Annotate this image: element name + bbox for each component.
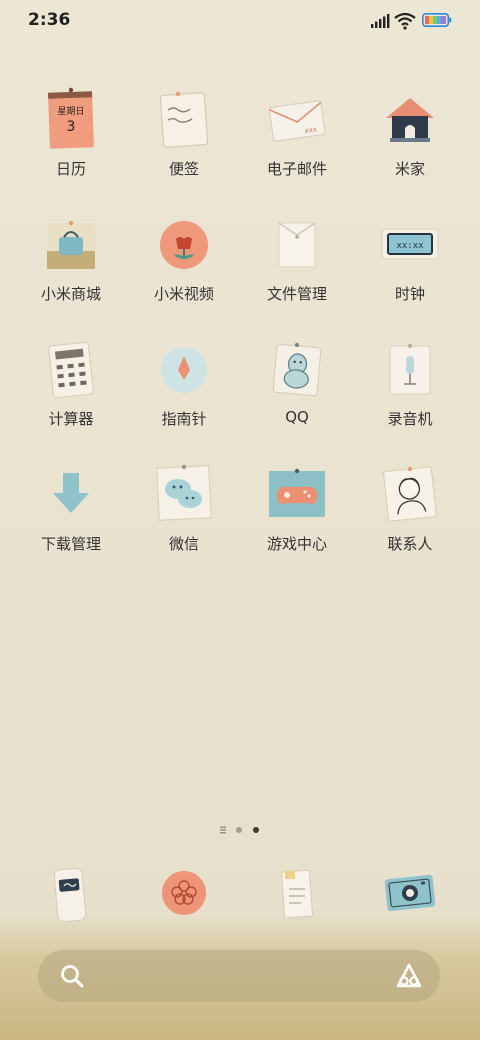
battery-icon (422, 13, 452, 27)
app-label: 游戏中心 (266, 535, 327, 553)
app-mihome[interactable]: 米家 (354, 80, 466, 190)
search-icon[interactable] (58, 962, 86, 990)
app-label: 时钟 (394, 285, 425, 303)
calculator-icon (48, 341, 94, 399)
app-mi-store[interactable]: 小米商城 (15, 205, 127, 315)
app-label: 下载管理 (40, 535, 101, 553)
wechat-icon (156, 464, 212, 521)
clock-icon: xx:xx (381, 228, 439, 260)
notes-dock-icon[interactable] (263, 859, 331, 927)
calendar-day: 3 (67, 119, 76, 135)
app-label: 米家 (394, 160, 425, 178)
status-time: 2:36 (28, 10, 71, 30)
app-calculator[interactable]: 计算器 (15, 330, 127, 440)
app-mi-video[interactable]: 小米视频 (128, 205, 240, 315)
app-label: 微信 (168, 535, 199, 553)
page-dot-active (253, 827, 259, 833)
status-bar: 2:36 (0, 0, 480, 44)
game-center-icon (269, 468, 325, 517)
download-icon (53, 473, 89, 513)
notes-icon (159, 91, 209, 148)
app-qq[interactable]: QQ (241, 330, 353, 440)
app-recorder[interactable]: 录音机 (354, 330, 466, 440)
app-calendar[interactable]: 星期日 3 日历 (15, 80, 127, 190)
app-label: 日历 (55, 160, 86, 178)
phone-icon[interactable] (36, 859, 104, 927)
mi-store-icon (47, 220, 95, 269)
page-indicator[interactable] (218, 824, 266, 836)
app-label: 录音机 (387, 410, 433, 428)
file-manager-icon (278, 222, 316, 268)
camera-icon[interactable] (376, 859, 444, 927)
app-label: 电子邮件 (266, 160, 327, 178)
message-icon[interactable] (150, 859, 218, 927)
compass-icon (161, 347, 207, 393)
app-game-center[interactable]: 游戏中心 (241, 455, 353, 565)
calendar-weekday: 星期日 (57, 106, 84, 117)
contacts-icon (383, 466, 437, 522)
app-label: 便签 (168, 160, 199, 178)
page-dot (236, 827, 242, 833)
qq-icon (272, 342, 322, 397)
app-notes[interactable]: 便签 (128, 80, 240, 190)
app-email[interactable]: xxx 电子邮件 (241, 80, 353, 190)
app-label: 计算器 (48, 410, 94, 428)
dock (0, 855, 480, 935)
svg-text:xxx: xxx (304, 125, 317, 135)
recorder-icon (389, 344, 431, 395)
app-label: 文件管理 (266, 285, 327, 303)
assistant-icon[interactable] (394, 962, 424, 990)
app-clock[interactable]: xx:xx 时钟 (354, 205, 466, 315)
signal-icon (371, 14, 390, 28)
app-label: 小米商城 (40, 285, 101, 303)
search-bar[interactable] (38, 950, 440, 1002)
app-wechat[interactable]: 微信 (128, 455, 240, 565)
mi-video-icon (160, 221, 208, 269)
mihome-icon (386, 98, 434, 142)
wifi-icon (394, 12, 416, 30)
svg-text:xx:xx: xx:xx (396, 241, 424, 251)
app-file-manager[interactable]: 文件管理 (241, 205, 353, 315)
app-label: 联系人 (387, 535, 433, 553)
calendar-icon: 星期日 3 (48, 87, 94, 149)
email-icon: xxx (268, 100, 326, 142)
app-download-manager[interactable]: 下载管理 (15, 455, 127, 565)
app-label: 指南针 (161, 410, 207, 428)
menu-lines-icon (220, 826, 226, 834)
app-compass[interactable]: 指南针 (128, 330, 240, 440)
app-label: 小米视频 (153, 285, 214, 303)
app-label: QQ (285, 408, 309, 426)
app-contacts[interactable]: 联系人 (354, 455, 466, 565)
